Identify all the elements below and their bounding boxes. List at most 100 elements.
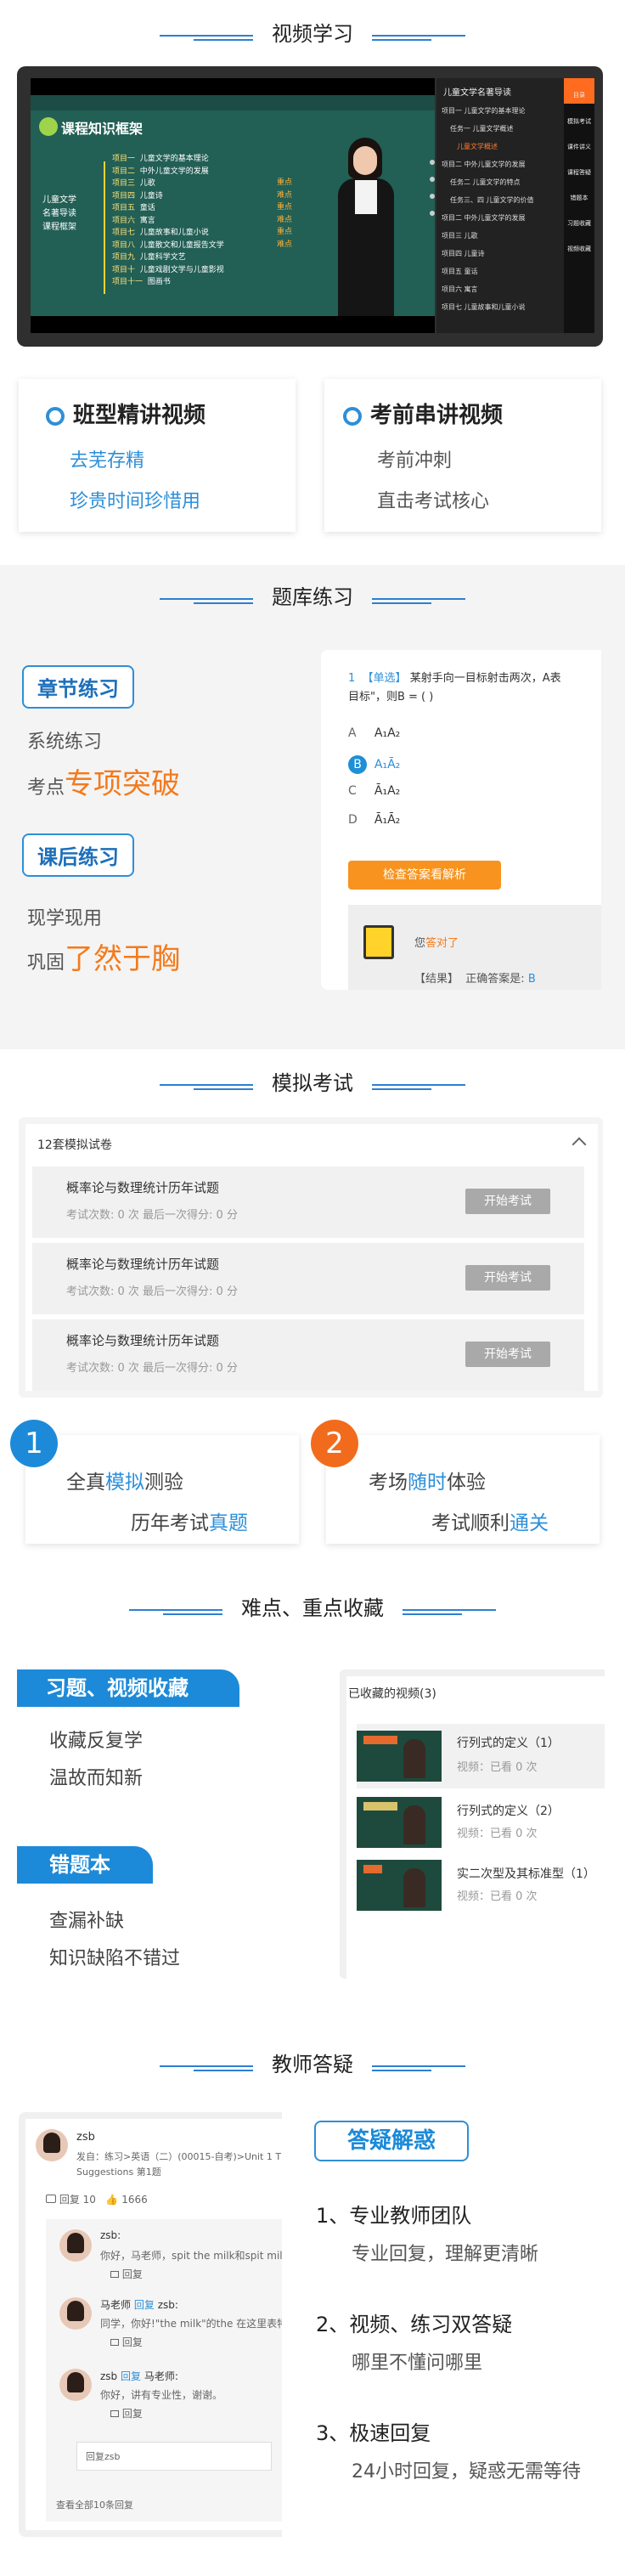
reply-link[interactable]: 回复 (59, 2194, 80, 2206)
comment-icon (110, 2410, 119, 2417)
avatar (36, 2129, 68, 2161)
wrong-line2: 知识缺陷不错过 (49, 1948, 181, 1969)
playlist-item[interactable]: 项目七 儿童故事和儿童小说 (442, 298, 560, 316)
after-class-line1: 现学现用 (27, 908, 103, 929)
comment-user: zsb 回复 马老师: (100, 2370, 178, 2382)
collect-section: 难点、重点收藏 习题、视频收藏 收藏反复学 温故而知新 错题本 查漏补缺 知识缺… (0, 1585, 625, 2048)
exam-section-title: 模拟考试 (0, 1066, 625, 1100)
favorite-video-item[interactable]: 实二次型及其标准型（1） 视频：已看 0 次 (357, 1860, 605, 1916)
comment-text: 你好，马老师，spit the milk和spit milk有 (100, 2250, 282, 2262)
favorites-banner: 习题、视频收藏 (17, 1669, 239, 1707)
post-actions: 回复 10 👍 1666 (46, 2192, 148, 2206)
slide-left-labels: 儿童文学 名著导读 课程框架 (42, 195, 76, 232)
page: 视频学习 课程知识框架 儿童文学 名著导读 课程框架 项目一 儿童文学的基本理论… (0, 0, 625, 2576)
chapter-practice-tag: 章节练习 (22, 665, 134, 709)
comment-reply-link[interactable]: 回复 (110, 2335, 143, 2349)
slide-title: 课程知识框架 (61, 121, 144, 137)
comment-text: 同学，你好!"the milk"的the 在这里表特 (100, 2318, 282, 2330)
fav-line1: 收藏反复学 (49, 1731, 144, 1752)
question-stem-2: 目标"，则B = ( ) (348, 691, 434, 703)
favorite-video-item[interactable]: 行列式的定义（2） 视频：已看 0 次 (357, 1797, 605, 1853)
qa-tag: 答疑解惑 (314, 2121, 469, 2161)
result-check-icon (363, 925, 394, 959)
start-exam-button[interactable]: 开始考试 (465, 1189, 550, 1214)
playlist-item[interactable]: 项目三 儿歌 (442, 227, 560, 245)
chapter-line2: 考点专项突破 (27, 767, 181, 801)
question-card: 1 【单选】 某射手向一目标射击两次，A表 目标"，则B = ( ) A A₁A… (321, 650, 601, 990)
wrong-book-banner: 错题本 (17, 1846, 153, 1884)
fav-line2: 温故而知新 (49, 1768, 144, 1789)
qa-feature-3: 3、极速回复 24小时回复，疑惑无需等待 (316, 2421, 581, 2483)
video-slide: 课程知识框架 儿童文学 名著导读 课程框架 项目一 儿童文学的基本理论 项目二 … (31, 95, 435, 316)
check-answer-button[interactable]: 检查答案看解析 (348, 861, 501, 890)
start-exam-button[interactable]: 开始考试 (465, 1265, 550, 1291)
feature1-line2: 历年考试真题 (131, 1512, 248, 1534)
avatar (59, 2229, 92, 2262)
qa-panel: zsb 发自：练习>英语（二）(00015-自考)>Unit 1 The Sug… (19, 2112, 282, 2537)
comment-text: 你好，讲有专业性，谢谢。 (100, 2389, 223, 2401)
playlist-item[interactable]: 项目六 寓言 (442, 280, 560, 298)
comment-reply-link[interactable]: 回复 (110, 2406, 143, 2421)
view-all-replies-link[interactable]: 查看全部10条回复 (56, 2498, 133, 2511)
playlist-item[interactable]: 项目四 儿童诗 (442, 245, 560, 263)
after-class-line2: 巩固了然于胸 (27, 942, 181, 976)
playlist-item[interactable]: 项目二 中外儿童文学的发展 (442, 155, 560, 173)
side-tab[interactable]: 模拟考试 (564, 104, 594, 129)
side-tab[interactable]: 视频收藏 (564, 231, 594, 257)
feature-number-2: 2 (311, 1420, 358, 1467)
collapse-chevron-icon[interactable] (572, 1137, 587, 1152)
result-panel: 您答对了 【结果】 正确答案是: B (348, 905, 601, 990)
avatar (59, 2369, 92, 2401)
circle-icon (46, 406, 65, 426)
playlist-item[interactable]: 任务三、四 儿童文学的价值 (442, 191, 560, 209)
side-tab[interactable]: 课件讲义 (564, 129, 594, 155)
playlist-item[interactable]: 项目二 中外儿童文学的发展 (442, 209, 560, 227)
video-section: 视频学习 课程知识框架 儿童文学 名著导读 课程框架 项目一 儿童文学的基本理论… (0, 0, 625, 565)
slide-key-labels: 重点 难点 重点 难点 重点 难点 (277, 178, 293, 249)
post-source-2: Suggestions 第1题 (76, 2166, 161, 2178)
exam-row: 概率论与数理统计历年试题 考试次数: 0 次 最后一次得分: 0 分 开始考试 (32, 1319, 584, 1391)
side-tab[interactable]: 错题本 (564, 180, 594, 206)
side-tabs: 目录 模拟考试 课件讲义 课程答疑 错题本 习题收藏 视频收藏 (564, 78, 594, 333)
exam-row: 概率论与数理统计历年试题 考试次数: 0 次 最后一次得分: 0 分 开始考试 (32, 1167, 584, 1238)
side-tab[interactable]: 课程答疑 (564, 155, 594, 180)
qa-section: 教师答疑 zsb 发自：练习>英语（二）(00015-自考)>Unit 1 Th… (0, 2048, 625, 2576)
qa-feature-2: 2、视频、练习双答疑 哪里不懂问哪里 (316, 2313, 513, 2374)
collect-section-title: 难点、重点收藏 (0, 1591, 625, 1625)
thumb-up-icon[interactable]: 👍 (105, 2194, 118, 2206)
feature2-line1: 考场随时体验 (369, 1472, 486, 1494)
feature-number-1: 1 (10, 1420, 58, 1467)
wrong-line1: 查漏补缺 (49, 1911, 125, 1932)
reply-input[interactable]: 回复zsb (76, 2442, 272, 2471)
option-d[interactable]: D Ā₁Ā₂ (348, 813, 400, 827)
video-screen[interactable]: 课程知识框架 儿童文学 名著导读 课程框架 项目一 儿童文学的基本理论 项目二 … (31, 78, 435, 333)
playlist-item[interactable]: 任务二 儿童文学的特点 (442, 173, 560, 191)
slide-logo-icon (39, 117, 58, 136)
chapter-line1: 系统练习 (27, 732, 103, 753)
video-player[interactable]: 课程知识框架 儿童文学 名著导读 课程框架 项目一 儿童文学的基本理论 项目二 … (17, 66, 603, 347)
option-b-selected[interactable]: B A₁Ā₂ (348, 755, 400, 774)
playlist-item-active[interactable]: 儿童文学概述 (442, 138, 560, 155)
side-tab[interactable]: 习题收藏 (564, 206, 594, 231)
feature1-line1: 全真模拟测验 (66, 1472, 183, 1494)
playlist-item[interactable]: 项目五 童话 (442, 263, 560, 280)
side-tab-catalog[interactable]: 目录 (564, 78, 594, 104)
question-stem: 1 【单选】 某射手向一目标射击两次，A表 (348, 672, 561, 685)
exam-panel-title: 12套模拟试卷 (37, 1138, 112, 1152)
favorite-video-item[interactable]: 行列式的定义（1） 视频：已看 0 次 (357, 1724, 605, 1788)
playlist-item[interactable]: 任务一 儿童文学概述 (442, 120, 560, 138)
after-class-tag: 课后练习 (22, 833, 134, 877)
playlist-item[interactable]: 项目一 儿童文学的基本理论 (442, 102, 560, 120)
comment-reply-link[interactable]: 回复 (110, 2267, 143, 2281)
feature2-line2: 考试顺利通关 (431, 1512, 549, 1534)
player-controls (430, 160, 435, 253)
comment-user: 马老师 回复 zsb: (100, 2299, 178, 2311)
option-a[interactable]: A A₁A₂ (348, 726, 400, 740)
comment-icon (110, 2339, 119, 2346)
qa-feature-1: 1、专业教师团队 专业回复，理解更清晰 (316, 2204, 539, 2265)
intensive-video-card: 班型精讲视频 去芜存精 珍贵时间珍惜用 (19, 379, 296, 532)
exam-section: 模拟考试 12套模拟试卷 概率论与数理统计历年试题 考试次数: 0 次 最后一次… (0, 1049, 625, 1585)
start-exam-button[interactable]: 开始考试 (465, 1342, 550, 1367)
video-section-title: 视频学习 (0, 17, 625, 51)
option-c[interactable]: C Ā₁A₂ (348, 784, 400, 798)
